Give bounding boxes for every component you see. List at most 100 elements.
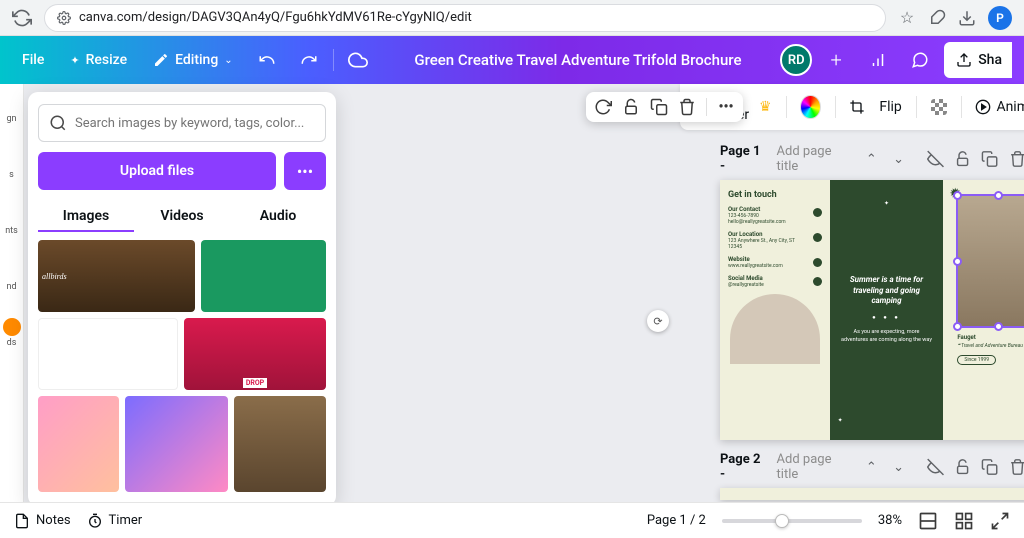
- download-icon[interactable]: [958, 9, 976, 27]
- brochure-page-1[interactable]: Get in touch Our Contact123-456-7890hell…: [720, 180, 1024, 440]
- document-title[interactable]: Green Creative Travel Adventure Trifold …: [382, 51, 775, 69]
- brand-tag: Fauget: [957, 334, 975, 341]
- crop-button[interactable]: [849, 99, 865, 115]
- page-label: Page 1 -: [720, 144, 767, 174]
- transparency-button[interactable]: [931, 99, 947, 115]
- play-circle-icon: [975, 99, 991, 115]
- timer-button[interactable]: Timer: [87, 513, 143, 529]
- refresh-icon[interactable]: [12, 8, 32, 28]
- color-picker[interactable]: [800, 95, 820, 119]
- rail-item[interactable]: gn: [3, 94, 21, 124]
- upload-more-button[interactable]: •••: [284, 152, 326, 190]
- search-field[interactable]: [75, 116, 315, 131]
- upload-thumb[interactable]: allbirds: [38, 240, 195, 312]
- selected-image[interactable]: [956, 194, 1024, 328]
- collapse-up-icon[interactable]: ⌃: [863, 150, 880, 168]
- notes-button[interactable]: Notes: [14, 513, 71, 529]
- redo-button[interactable]: [291, 44, 327, 76]
- trash-icon[interactable]: [678, 98, 696, 116]
- chevron-down-icon: ⌄: [224, 55, 232, 66]
- hide-icon[interactable]: [927, 458, 944, 476]
- bookmark-icon[interactable]: ☆: [898, 9, 916, 27]
- brochure-panel-headline[interactable]: ✦ Summer is a time for traveling and goi…: [830, 180, 944, 440]
- upload-thumb[interactable]: DROP: [184, 318, 326, 390]
- arch-image[interactable]: [730, 294, 820, 364]
- trash-icon[interactable]: [1009, 458, 1024, 476]
- upload-thumb[interactable]: [38, 396, 119, 492]
- upload-thumb[interactable]: [234, 396, 326, 492]
- browser-profile-avatar[interactable]: P: [988, 6, 1012, 30]
- zoom-value[interactable]: 38%: [878, 513, 902, 528]
- analytics-icon[interactable]: [860, 44, 896, 76]
- image-grid: allbirds DROP: [38, 240, 326, 494]
- animate-button[interactable]: Animate: [975, 99, 1024, 115]
- page-indicator[interactable]: Page 1 / 2: [647, 513, 706, 528]
- more-options-icon[interactable]: •••: [717, 98, 735, 116]
- upload-thumb[interactable]: [125, 396, 229, 492]
- fullscreen-icon[interactable]: [990, 511, 1010, 531]
- duplicate-icon[interactable]: [650, 98, 668, 116]
- upload-files-button[interactable]: Upload files: [38, 152, 276, 190]
- sub-text: As you are expecting, more adventures ar…: [840, 329, 934, 344]
- page-title-input[interactable]: Add page title: [777, 452, 853, 482]
- tab-videos[interactable]: Videos: [134, 202, 230, 232]
- footer-bar: Notes Timer Page 1 / 2 38%: [0, 502, 1024, 538]
- tab-audio[interactable]: Audio: [230, 202, 326, 232]
- page-header: Page 1 - Add page title ⌃ ⌄: [720, 144, 1024, 174]
- timer-icon: [87, 513, 103, 529]
- editing-menu[interactable]: Editing ⌄: [143, 44, 243, 76]
- upload-thumb[interactable]: [201, 240, 326, 312]
- lock-icon[interactable]: [954, 458, 971, 476]
- hide-icon[interactable]: [927, 150, 944, 168]
- flip-button[interactable]: Flip: [879, 99, 901, 115]
- headline-text: Summer is a time for traveling and going…: [840, 275, 934, 306]
- since-badge: Since 1999: [957, 355, 996, 365]
- url-text: canva.com/design/DAGV3QAn4yQ/Fgu6hkYdMV6…: [79, 10, 472, 25]
- grid-view-icon[interactable]: [918, 511, 938, 531]
- page-title-input[interactable]: Add page title: [777, 144, 853, 174]
- search-input[interactable]: [38, 104, 326, 142]
- notes-icon: [14, 513, 30, 529]
- user-avatar[interactable]: RD: [780, 44, 812, 76]
- expand-down-icon[interactable]: ⌄: [890, 150, 907, 168]
- resize-menu[interactable]: ✦Resize: [60, 44, 137, 76]
- cloud-sync-icon[interactable]: [340, 44, 376, 76]
- site-settings-icon[interactable]: [57, 11, 71, 25]
- rail-item[interactable]: ds: [3, 318, 21, 348]
- duplicate-icon[interactable]: [981, 458, 998, 476]
- url-bar[interactable]: canva.com/design/DAGV3QAn4yQ/Fgu6hkYdMV6…: [44, 4, 886, 32]
- zoom-slider[interactable]: [722, 519, 862, 523]
- trash-icon[interactable]: [1009, 150, 1024, 168]
- lock-icon[interactable]: [622, 98, 640, 116]
- page-label: Page 2 -: [720, 452, 767, 482]
- pencil-icon: [153, 52, 169, 68]
- page-header: Page 2 - Add page title ⌃ ⌄: [720, 452, 1024, 482]
- upload-thumb[interactable]: [38, 318, 178, 390]
- undo-button[interactable]: [249, 44, 285, 76]
- brochure-panel-cover[interactable]: ✹ Fauget ❝ Travel and Adventure Bureau S…: [943, 180, 1024, 440]
- browser-chrome: canva.com/design/DAGV3QAn4yQ/Fgu6hkYdMV6…: [0, 0, 1024, 36]
- duplicate-icon[interactable]: [981, 150, 998, 168]
- regenerate-icon[interactable]: [594, 98, 612, 116]
- rail-item[interactable]: nd: [3, 262, 21, 292]
- upload-icon: [956, 52, 972, 68]
- brochure-panel-contact[interactable]: Get in touch Our Contact123-456-7890hell…: [720, 180, 830, 440]
- thumbnail-view-icon[interactable]: [954, 511, 974, 531]
- rail-item[interactable]: s: [3, 150, 21, 180]
- file-menu[interactable]: File: [12, 44, 54, 76]
- extensions-icon[interactable]: [928, 9, 946, 27]
- tab-images[interactable]: Images: [38, 202, 134, 232]
- uploads-panel: Upload files ••• Images Videos Audio all…: [28, 92, 336, 506]
- panel-heading: Get in touch: [728, 190, 822, 200]
- comment-icon[interactable]: [902, 44, 938, 76]
- brochure-page-2[interactable]: [720, 488, 1024, 500]
- rail-item[interactable]: nts: [3, 206, 21, 236]
- add-collaborator-button[interactable]: +: [818, 44, 854, 76]
- expand-down-icon[interactable]: ⌄: [890, 458, 907, 476]
- crop-icon: [849, 99, 865, 115]
- canvas-area[interactable]: BG Remover♛ Flip Animate Position Page 1…: [340, 84, 1024, 502]
- sync-badge-icon[interactable]: ⟳: [647, 310, 669, 332]
- collapse-up-icon[interactable]: ⌃: [863, 458, 880, 476]
- share-button[interactable]: Sha: [944, 42, 1012, 78]
- lock-icon[interactable]: [954, 150, 971, 168]
